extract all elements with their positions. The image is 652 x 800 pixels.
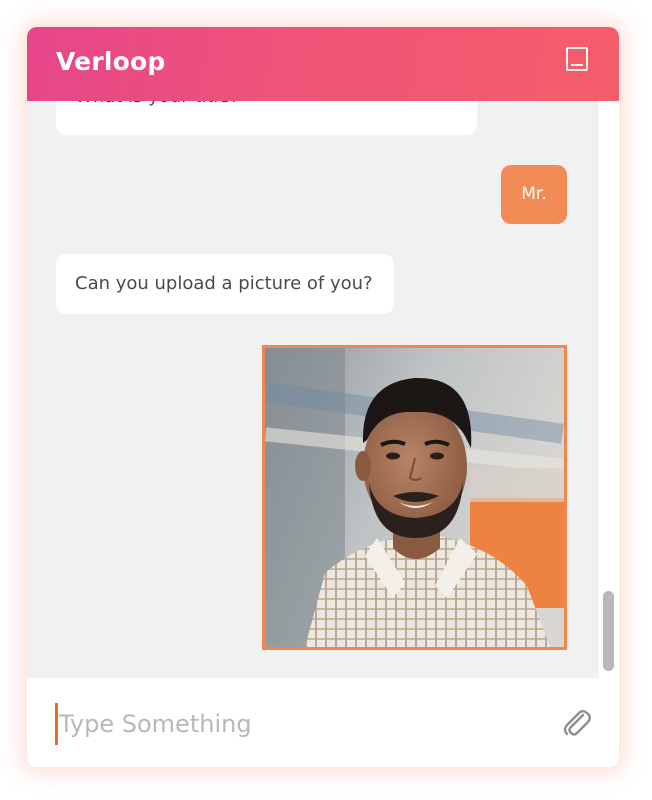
scrollbar-thumb[interactable]: [603, 591, 614, 671]
text-cursor: [55, 703, 58, 745]
message-input[interactable]: [59, 702, 539, 746]
minimize-button[interactable]: [566, 47, 588, 71]
attach-button[interactable]: [559, 706, 593, 740]
bot-message: What is your title?: [56, 101, 477, 135]
uploaded-photo[interactable]: [262, 345, 567, 650]
chat-title: Verloop: [56, 47, 166, 76]
minimize-icon: [571, 64, 583, 66]
chat-widget: Verloop What is your title? Mr. Can you …: [27, 27, 619, 767]
chat-header: Verloop: [27, 27, 619, 101]
bot-message: Can you upload a picture of you?: [56, 254, 394, 314]
message-scrollbar[interactable]: [599, 101, 619, 678]
paperclip-icon: [563, 710, 591, 736]
profile-photo-image: [265, 348, 564, 647]
composer-bar: [27, 678, 619, 767]
message-list[interactable]: What is your title? Mr. Can you upload a…: [27, 101, 599, 678]
user-message: Mr.: [501, 165, 567, 224]
